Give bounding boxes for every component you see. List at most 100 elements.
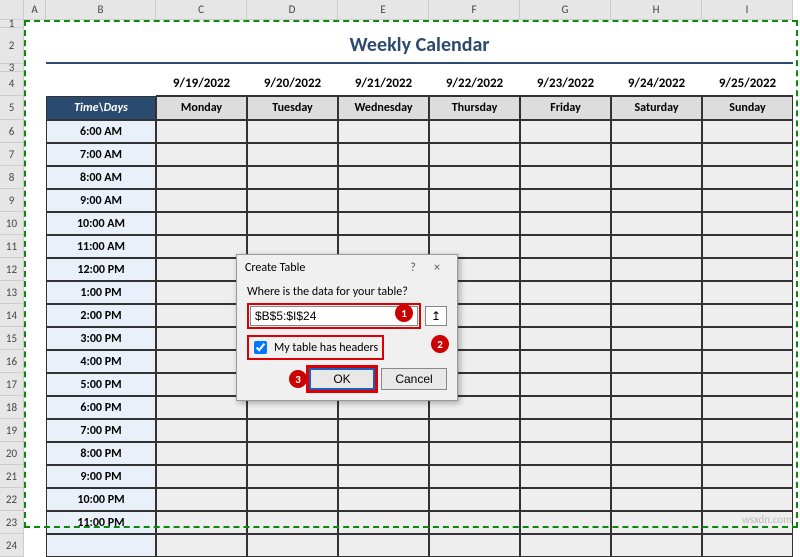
data-cell[interactable] — [429, 465, 520, 488]
data-cell[interactable] — [429, 189, 520, 212]
cell[interactable] — [156, 20, 247, 28]
day-header[interactable]: Monday — [156, 96, 247, 120]
cancel-button[interactable]: Cancel — [381, 368, 447, 390]
data-cell[interactable] — [338, 166, 429, 189]
data-cell[interactable] — [702, 258, 793, 281]
data-cell[interactable] — [702, 166, 793, 189]
data-cell[interactable] — [611, 143, 702, 166]
time-cell[interactable]: 8:00 AM — [46, 166, 156, 189]
data-cell[interactable] — [520, 235, 611, 258]
data-cell[interactable] — [702, 396, 793, 419]
data-cell[interactable] — [611, 442, 702, 465]
day-header[interactable]: Friday — [520, 96, 611, 120]
cell[interactable] — [156, 64, 247, 72]
data-cell[interactable] — [247, 120, 338, 143]
row-header[interactable]: 17 — [0, 373, 24, 396]
data-cell[interactable] — [156, 442, 247, 465]
cell[interactable] — [24, 235, 46, 258]
row-header[interactable]: 21 — [0, 465, 24, 488]
cell[interactable] — [24, 20, 46, 28]
day-header[interactable]: Tuesday — [247, 96, 338, 120]
data-cell[interactable] — [611, 166, 702, 189]
data-cell[interactable] — [520, 120, 611, 143]
data-cell[interactable] — [156, 327, 247, 350]
data-cell[interactable] — [702, 212, 793, 235]
data-cell[interactable] — [156, 419, 247, 442]
row-header[interactable]: 11 — [0, 235, 24, 258]
time-cell[interactable]: 6:00 PM — [46, 396, 156, 419]
cell[interactable] — [24, 327, 46, 350]
date-cell[interactable]: 9/19/2022 — [156, 72, 247, 96]
cell[interactable] — [24, 166, 46, 189]
data-cell[interactable] — [429, 166, 520, 189]
data-cell[interactable] — [702, 327, 793, 350]
data-cell[interactable] — [611, 350, 702, 373]
data-cell[interactable] — [156, 281, 247, 304]
time-cell[interactable]: 7:00 PM — [46, 419, 156, 442]
data-cell[interactable] — [156, 258, 247, 281]
cell[interactable] — [24, 534, 46, 557]
row-header[interactable]: 9 — [0, 189, 24, 212]
range-picker-icon[interactable]: ↥ — [425, 306, 447, 326]
cell[interactable] — [520, 64, 611, 72]
range-input[interactable] — [250, 306, 418, 326]
data-cell[interactable] — [611, 235, 702, 258]
data-cell[interactable] — [520, 465, 611, 488]
data-cell[interactable] — [156, 488, 247, 511]
data-cell[interactable] — [429, 212, 520, 235]
row-header[interactable]: 12 — [0, 258, 24, 281]
cell[interactable] — [24, 304, 46, 327]
row-header[interactable]: 8 — [0, 166, 24, 189]
cell[interactable] — [429, 64, 520, 72]
data-cell[interactable] — [611, 212, 702, 235]
time-cell[interactable]: 6:00 AM — [46, 120, 156, 143]
cell[interactable] — [24, 488, 46, 511]
col-header[interactable]: H — [611, 0, 702, 20]
data-cell[interactable] — [156, 350, 247, 373]
data-cell[interactable] — [611, 534, 702, 557]
row-header[interactable]: 23 — [0, 511, 24, 534]
col-header[interactable]: B — [46, 0, 156, 20]
data-cell[interactable] — [338, 189, 429, 212]
cell[interactable] — [24, 465, 46, 488]
time-cell[interactable]: 5:00 PM — [46, 373, 156, 396]
ok-button[interactable]: OK — [309, 368, 375, 390]
data-cell[interactable] — [247, 189, 338, 212]
data-cell[interactable] — [520, 189, 611, 212]
close-icon[interactable]: × — [425, 261, 449, 275]
data-cell[interactable] — [702, 373, 793, 396]
dialog-titlebar[interactable]: Create Table ? × — [237, 255, 457, 281]
time-cell[interactable]: 10:00 PM — [46, 488, 156, 511]
col-header[interactable]: E — [338, 0, 429, 20]
data-cell[interactable] — [156, 212, 247, 235]
data-cell[interactable] — [338, 120, 429, 143]
cell[interactable] — [702, 20, 793, 28]
day-header[interactable]: Thursday — [429, 96, 520, 120]
data-cell[interactable] — [702, 281, 793, 304]
data-cell[interactable] — [338, 442, 429, 465]
cell[interactable] — [520, 20, 611, 28]
data-cell[interactable] — [520, 488, 611, 511]
cell[interactable] — [24, 64, 46, 72]
data-cell[interactable] — [611, 396, 702, 419]
row-header[interactable]: 19 — [0, 419, 24, 442]
data-cell[interactable] — [156, 465, 247, 488]
data-cell[interactable] — [611, 281, 702, 304]
cell[interactable] — [24, 258, 46, 281]
data-cell[interactable] — [611, 419, 702, 442]
data-cell[interactable] — [611, 511, 702, 534]
data-cell[interactable] — [338, 534, 429, 557]
cell[interactable] — [247, 20, 338, 28]
data-cell[interactable] — [247, 166, 338, 189]
data-cell[interactable] — [520, 373, 611, 396]
data-cell[interactable] — [702, 304, 793, 327]
data-cell[interactable] — [520, 143, 611, 166]
cell[interactable] — [24, 419, 46, 442]
row-header[interactable]: 18 — [0, 396, 24, 419]
row-header[interactable]: 16 — [0, 350, 24, 373]
data-cell[interactable] — [247, 465, 338, 488]
col-header[interactable]: A — [24, 0, 46, 20]
data-cell[interactable] — [429, 442, 520, 465]
row-header[interactable]: 3 — [0, 64, 24, 72]
data-cell[interactable] — [702, 350, 793, 373]
